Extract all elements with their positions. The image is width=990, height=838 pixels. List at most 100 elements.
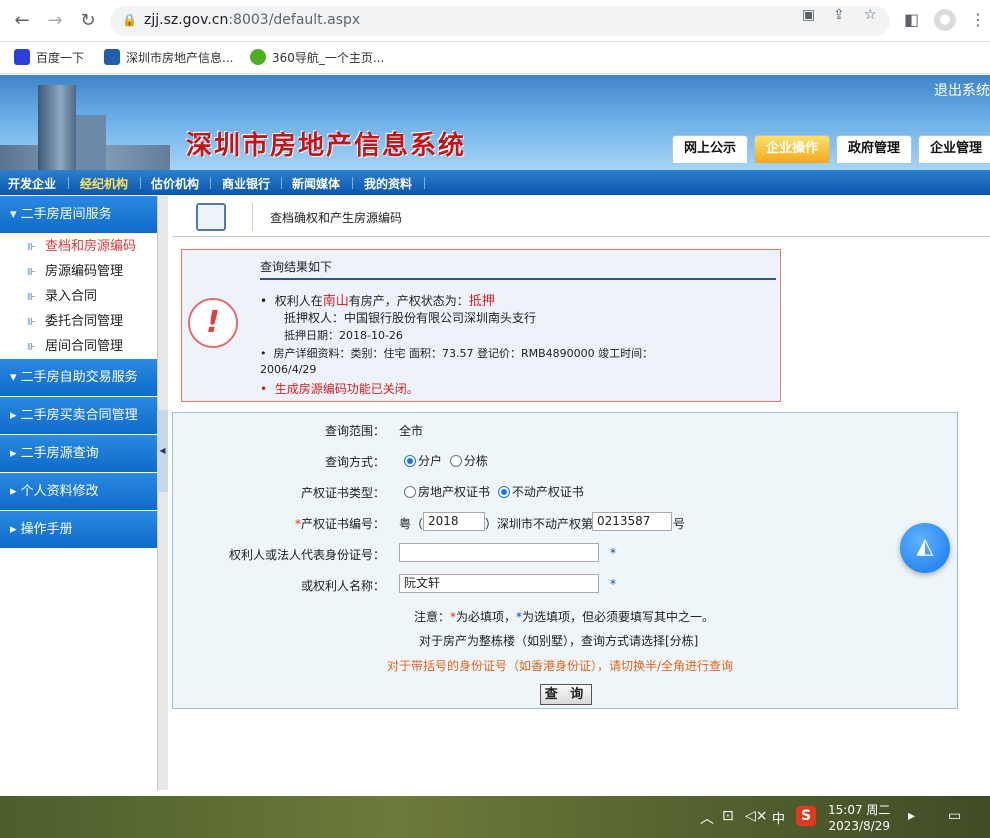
radio-label: 不动产权证书 (511, 485, 584, 499)
caret-down-icon: ▾ (10, 370, 21, 385)
sidebar-head-manual[interactable]: ▸ 操作手册 (0, 511, 158, 549)
network-icon[interactable]: ⊡ (722, 808, 734, 824)
baidu-icon (14, 49, 30, 65)
system-clock[interactable]: 15:07 周二 2023/8/29 (828, 802, 890, 834)
cert-no-label: *产权证书编号： (213, 515, 385, 532)
menu-my-info[interactable]: 我的资料 (364, 175, 412, 192)
reload-icon[interactable]: ↻ (76, 9, 100, 33)
owner-name-input[interactable]: 阮文轩 (399, 574, 599, 593)
volume-muted-icon[interactable]: ◁× (745, 808, 768, 824)
menu-divider (281, 177, 282, 189)
cert-mid: ）深圳市不动产权第 (485, 517, 594, 531)
optional-star: * (610, 577, 616, 591)
sidebar-item-brokerage[interactable]: ⊪ 居间合同管理 (0, 334, 158, 359)
menu-divider (352, 177, 353, 189)
sidebar-head-label: 个人资料修改 (20, 484, 99, 499)
cert-number-input[interactable]: 0213587 (592, 512, 672, 531)
menu-media[interactable]: 新闻媒体 (292, 175, 340, 192)
cert-prefix: 粤（ (399, 517, 424, 531)
mode-radio-group: 分户 分栋 (404, 452, 488, 469)
sidebar-collapse-button[interactable]: ◀ (157, 410, 168, 492)
result-details: • 房产详细资料：类别：住宅 面积：73.57 登记价：RMB4890000 竣… (260, 347, 654, 360)
bullet-icon: ⊪ (27, 317, 36, 328)
cert-radio-realestate[interactable] (404, 486, 416, 498)
caret-right-icon: ▸ (10, 484, 21, 499)
sidebar-head-profile[interactable]: ▸ 个人资料修改 (0, 473, 158, 511)
optional-star: * (610, 546, 616, 560)
tray-expand-icon[interactable]: ︿ (700, 808, 714, 828)
tab-enterprise-mgmt[interactable]: 企业管理 (918, 135, 990, 163)
menu-appraiser[interactable]: 估价机构 (151, 175, 199, 192)
mode-radio-unit[interactable] (404, 455, 416, 467)
sidebar-item-query[interactable]: ⊪ 查档和房源编码 (0, 234, 158, 259)
sidebar: ▾ 二手房居间服务 ⊪ 查档和房源编码 ⊪ 房源编码管理 ⊪ 录入合同 ⊪ 委托合同管理… (0, 196, 158, 549)
bullet-icon: ⊪ (27, 267, 36, 278)
assistant-float-button[interactable]: ◭ (900, 523, 950, 573)
bullet-icon: ⊪ (27, 242, 36, 253)
tab-public[interactable]: 网上公示 (672, 135, 748, 163)
bullet-icon: ⊪ (27, 292, 36, 303)
menu-dots-icon[interactable]: ⋮ (970, 10, 986, 29)
cert-radio-property[interactable] (497, 486, 510, 498)
result-text: 房产详细资料：类别：住宅 面积：73.57 登记价：RMB4890000 竣工时… (273, 347, 654, 360)
action-center-icon[interactable]: ▸ (908, 808, 915, 824)
menu-broker[interactable]: 经纪机构 (80, 175, 128, 192)
tab-gov[interactable]: 政府管理 (836, 135, 912, 163)
sidebar-item-label: 委托合同管理 (45, 314, 124, 329)
result-status: 抵押 (468, 294, 495, 309)
address-bar[interactable]: 🔒 zjj.sz.gov.cn:8003/default.aspx (110, 6, 890, 36)
bookmark-baidu[interactable]: 百度一下 (14, 49, 84, 66)
note-text: 为选填项，但必须要填写其中之一。 (522, 610, 715, 624)
name-label: 或权利人名称： (300, 579, 385, 593)
bookmark-360[interactable]: 360导航_一个主页... (250, 49, 384, 66)
sidebar-head-selfservice[interactable]: ▾ 二手房自助交易服务 (0, 359, 158, 397)
result-text: 有房产，产权状态为： (348, 294, 469, 308)
sidebar-head-agency[interactable]: ▾ 二手房居间服务 (0, 196, 158, 234)
sidebar-divider (157, 196, 168, 790)
tower-image (38, 85, 76, 170)
query-button[interactable]: 查 询 (540, 684, 592, 705)
sidepanel-icon[interactable]: ◧ (904, 10, 919, 29)
sidebar-item-entrust[interactable]: ⊪ 委托合同管理 (0, 309, 158, 334)
sidebar-item-label: 居间合同管理 (45, 339, 124, 354)
ime-indicator[interactable]: 中 (772, 808, 785, 827)
forward-icon[interactable]: → (43, 9, 67, 33)
printer-icon (196, 203, 226, 231)
bookmark-label: 深圳市房地产信息... (126, 51, 234, 65)
sidebar-item-code-mgmt[interactable]: ⊪ 房源编码管理 (0, 259, 158, 284)
menu-developer[interactable]: 开发企业 (8, 175, 56, 192)
id-number-input[interactable] (399, 543, 599, 562)
notification-icon[interactable]: ▭ (948, 808, 961, 824)
share-icon[interactable]: ⇪ (833, 7, 845, 23)
logout-link[interactable]: 退出系统 (934, 80, 990, 100)
sidebar-item-label: 查档和房源编码 (45, 239, 137, 254)
menu-bank[interactable]: 商业银行 (222, 175, 270, 192)
menu-divider (68, 177, 69, 189)
profile-avatar[interactable]: ● (934, 9, 956, 31)
sidebar-item-enter-contract[interactable]: ⊪ 录入合同 (0, 284, 158, 309)
mode-radio-building[interactable] (449, 455, 462, 467)
result-mortgage-date: 抵押日期：2018-10-26 (284, 329, 403, 342)
menu-divider (424, 177, 425, 189)
bookmark-star-icon[interactable]: ☆ (864, 7, 877, 23)
scope-label: 查询范围： (324, 424, 385, 438)
bookmark-label: 百度一下 (36, 51, 85, 65)
radio-label: 分栋 (463, 454, 488, 468)
mode-label: 查询方式： (324, 455, 385, 469)
page-title: 查档确权和产生房源编码 (270, 211, 403, 225)
sidebar-head-search[interactable]: ▸ 二手房源查询 (0, 435, 158, 473)
note-building: 对于房产为整栋楼（如别墅），查询方式请选择[分栋] (419, 634, 699, 648)
warning-icon: ! (188, 298, 238, 348)
cert-year-input[interactable]: 2018 (423, 512, 485, 531)
caret-down-icon: ▾ (10, 207, 21, 222)
translate-icon[interactable]: ▣ (802, 7, 815, 23)
tab-enterprise-ops[interactable]: 企业操作 (754, 135, 830, 163)
sidebar-head-contract[interactable]: ▸ 二手房买卖合同管理 (0, 397, 158, 435)
sidebar-head-label: 二手房居间服务 (20, 207, 112, 222)
bookmarks-bar: 百度一下 深圳市房地产信息... 360导航_一个主页... (0, 42, 990, 74)
sidebar-head-label: 操作手册 (20, 522, 73, 537)
back-icon[interactable]: ← (10, 9, 34, 33)
bookmark-szfdc[interactable]: 深圳市房地产信息... (104, 49, 233, 66)
sogou-ime-icon[interactable]: S (796, 806, 816, 826)
site-icon (104, 49, 120, 65)
